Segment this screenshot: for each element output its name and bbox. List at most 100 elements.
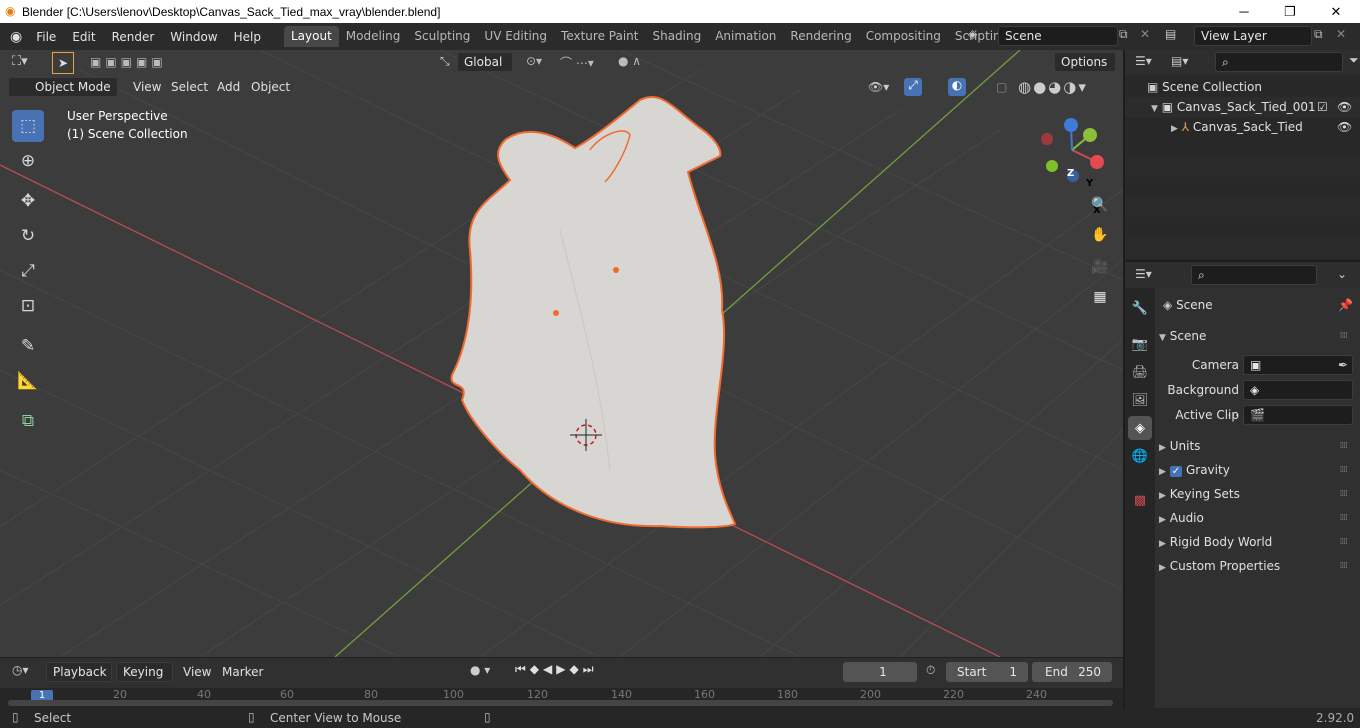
timeline-editor-icon[interactable]: ◷▾ — [12, 663, 29, 677]
editor-type-icon[interactable]: ⛶▾ — [12, 54, 28, 69]
playback-menu[interactable]: Playback — [46, 662, 112, 682]
ortho-grid-icon[interactable]: ▦ — [1087, 284, 1113, 310]
properties-search-input[interactable]: ⌕ — [1191, 265, 1317, 285]
tab-layout[interactable]: Layout — [283, 26, 339, 47]
overlay-toggle-icon[interactable]: ◐ — [948, 78, 966, 96]
view-layer-selector[interactable]: View Layer — [1194, 26, 1312, 46]
menu-render[interactable]: Render — [104, 30, 163, 44]
annotate-icon[interactable]: ✎ — [12, 330, 44, 362]
new-view-layer-icon[interactable]: ⧉ — [1314, 27, 1323, 42]
close-window-button[interactable]: ✕ — [1313, 0, 1359, 23]
drag-handle-icon[interactable]: ⁞⁞⁞⁞ — [1340, 325, 1349, 347]
cursor-icon[interactable]: ⊕ — [12, 145, 44, 177]
eye-icon[interactable]: 👁 — [1337, 97, 1352, 117]
pan-hand-icon[interactable]: ✋ — [1087, 222, 1113, 248]
keying-sets-panel-header[interactable]: ▶ Keying Sets ⁞⁞⁞⁞ — [1159, 483, 1353, 505]
tab-shading[interactable]: Shading — [645, 26, 708, 47]
object-origin-dot[interactable] — [613, 267, 619, 273]
pin-icon[interactable]: 📌 — [1338, 294, 1353, 316]
tab-uv-editing[interactable]: UV Editing — [477, 26, 554, 47]
select-box-icon[interactable]: ⬚ — [12, 110, 44, 142]
display-mode-icon[interactable]: ▤▾ — [1171, 54, 1188, 68]
move-icon[interactable]: ✥ — [12, 185, 44, 217]
timeline-scrollbar[interactable] — [8, 700, 1113, 706]
output-tab-icon[interactable]: 🖨 — [1128, 360, 1152, 384]
gravity-checkbox[interactable]: ✓ — [1169, 466, 1183, 477]
outliner-editor-icon[interactable]: ☰▾ — [1135, 54, 1152, 68]
audio-panel-header[interactable]: ▶ Audio ⁞⁞⁞⁞ — [1159, 507, 1353, 529]
view-layer-tab-icon[interactable]: 🖼 — [1128, 388, 1152, 412]
viewport-menu-add[interactable]: Add — [217, 77, 240, 97]
visibility-icon[interactable]: 👁▾ — [868, 80, 889, 94]
tab-rendering[interactable]: Rendering — [783, 26, 858, 47]
pivot-icon[interactable]: ⊙▾ — [526, 54, 542, 68]
properties-editor-icon[interactable]: ☰▾ — [1135, 267, 1152, 281]
scene-selector[interactable]: Scene — [998, 26, 1118, 46]
filter-icon[interactable]: ⏷ — [1349, 53, 1359, 68]
render-tab-icon[interactable]: 📷 — [1128, 332, 1152, 356]
end-frame-field[interactable]: End 250 — [1032, 662, 1112, 682]
playback-controls[interactable]: ⏮◆◀▶◆⏭ — [515, 662, 598, 677]
menu-edit[interactable]: Edit — [64, 30, 103, 44]
delete-view-layer-icon[interactable]: ✕ — [1336, 27, 1346, 41]
menu-window[interactable]: Window — [162, 30, 225, 44]
outliner-search-input[interactable]: ⌕ — [1215, 52, 1343, 72]
new-scene-icon[interactable]: ⧉ — [1119, 27, 1128, 42]
record-icon[interactable]: ● ▾ — [470, 663, 490, 677]
rigid-body-world-panel-header[interactable]: ▶ Rigid Body World ⁞⁞⁞⁞ — [1159, 531, 1353, 553]
timeline-menu-marker[interactable]: Marker — [222, 662, 263, 682]
tab-texture-paint[interactable]: Texture Paint — [554, 26, 645, 47]
tool-tab-icon[interactable]: 🔧 — [1128, 296, 1152, 320]
expand-right-icon[interactable]: ▶ — [1171, 124, 1178, 134]
blender-menu-icon[interactable]: ◉ — [10, 29, 22, 45]
tab-modeling[interactable]: Modeling — [339, 26, 408, 47]
xray-icon[interactable]: ▢ — [996, 80, 1007, 94]
chevron-down-icon[interactable]: ⌄ — [1337, 267, 1347, 281]
transform-orientation-select[interactable]: Global — [457, 52, 513, 72]
eyedropper-icon[interactable]: ✒ — [1338, 356, 1348, 374]
scale-icon[interactable]: ⤢ — [12, 255, 44, 287]
active-clip-field[interactable]: 🎬 — [1243, 405, 1353, 425]
add-cube-icon[interactable]: ⧉ — [12, 405, 44, 437]
current-frame-field[interactable]: 1 — [843, 662, 917, 682]
texture-tab-icon[interactable]: ▩ — [1128, 488, 1152, 512]
3d-viewport[interactable]: X Y Z ⛶▾ ➤ ▣▣▣▣▣ ⤡ Global ⊙▾ ⌒ ⋯▾ ● ∧ Op… — [0, 50, 1123, 657]
custom-properties-panel-header[interactable]: ▶ Custom Properties ⁞⁞⁞⁞ — [1159, 555, 1353, 577]
camera-field[interactable]: ▣ ✒ — [1243, 355, 1353, 375]
viewport-canvas[interactable] — [0, 50, 1123, 657]
maximize-button[interactable]: ❐ — [1267, 0, 1313, 23]
tab-animation[interactable]: Animation — [708, 26, 783, 47]
eye-icon[interactable]: 👁 — [1337, 117, 1352, 137]
background-scene-field[interactable]: ◈ — [1243, 380, 1353, 400]
delete-scene-icon[interactable]: ✕ — [1140, 27, 1150, 41]
tab-sculpting[interactable]: Sculpting — [407, 26, 477, 47]
viewport-menu-select[interactable]: Select — [171, 77, 208, 97]
selection-mode-icons[interactable]: ▣▣▣▣▣ — [90, 55, 167, 69]
object-origin-dot[interactable] — [553, 310, 559, 316]
menu-file[interactable]: File — [28, 30, 64, 44]
tab-compositing[interactable]: Compositing — [859, 26, 948, 47]
stopwatch-icon[interactable]: ⏱ — [926, 663, 935, 678]
world-tab-icon[interactable]: 🌐 — [1128, 444, 1152, 468]
timeline-ruler[interactable]: 1 20 40 60 80 100 120 140 160 180 200 22… — [0, 688, 1123, 708]
outliner-scene-collection[interactable]: ▣ Scene Collection — [1125, 77, 1360, 97]
select-tool-icon[interactable]: ➤ — [52, 52, 74, 74]
scene-icon[interactable]: ◈ — [968, 27, 977, 41]
keying-menu[interactable]: Keying — [116, 662, 173, 682]
zoom-icon[interactable]: 🔍 — [1087, 192, 1113, 218]
options-dropdown[interactable]: Options — [1054, 52, 1116, 72]
viewport-menu-view[interactable]: View — [133, 77, 161, 97]
scene-panel-header[interactable]: ▼ Scene ⁞⁞⁞⁞ — [1159, 325, 1353, 347]
menu-help[interactable]: Help — [226, 30, 269, 44]
shading-mode-icons[interactable]: ◍●◕◑▾ — [1018, 78, 1088, 96]
viewport-menu-object[interactable]: Object — [251, 77, 290, 97]
transform-icon[interactable]: ⊡ — [12, 290, 44, 322]
object-mode-select[interactable]: Object Mode — [8, 77, 118, 97]
units-panel-header[interactable]: ▶ Units ⁞⁞⁞⁞ — [1159, 435, 1353, 457]
expand-down-icon[interactable]: ▼ — [1151, 104, 1158, 114]
view-layer-icon[interactable]: ▤ — [1165, 27, 1176, 41]
measure-icon[interactable]: 📐 — [12, 365, 44, 397]
start-frame-field[interactable]: Start 1 — [946, 662, 1028, 682]
outliner-object-row[interactable]: ▶ ⅄ Canvas_Sack_Tied 👁 — [1125, 117, 1360, 137]
gravity-panel-header[interactable]: ▶ ✓ Gravity ⁞⁞⁞⁞ — [1159, 459, 1353, 481]
